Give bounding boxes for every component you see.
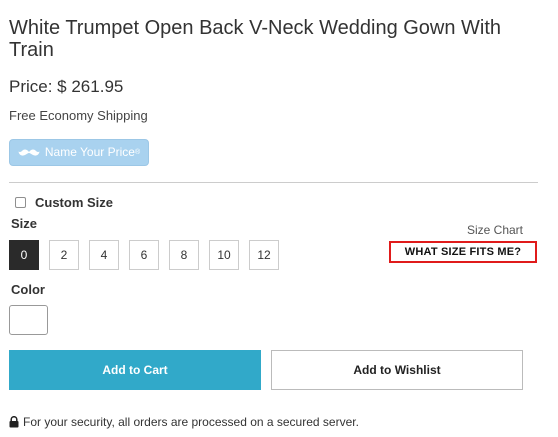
what-size-fits-me-link[interactable]: WHAT SIZE FITS ME? (389, 241, 537, 263)
color-swatch-white[interactable] (9, 305, 48, 335)
security-notice: For your security, all orders are proces… (9, 415, 359, 429)
add-to-wishlist-button[interactable]: Add to Wishlist (271, 350, 523, 390)
product-title: White Trumpet Open Back V-Neck Wedding G… (9, 17, 502, 61)
size-option-8[interactable]: 8 (169, 240, 199, 270)
custom-size-checkbox[interactable] (15, 197, 26, 208)
product-price: Price: $ 261.95 (9, 77, 124, 96)
section-divider (9, 182, 538, 183)
size-option-0[interactable]: 0 (9, 240, 39, 270)
size-heading: Size (11, 216, 38, 231)
size-option-4[interactable]: 4 (89, 240, 119, 270)
size-option-12[interactable]: 12 (249, 240, 279, 270)
color-heading: Color (11, 282, 45, 297)
lock-icon (9, 416, 19, 428)
custom-size-option[interactable]: Custom Size (15, 195, 113, 210)
trademark-symbol: ® (134, 149, 141, 156)
size-option-6[interactable]: 6 (129, 240, 159, 270)
size-option-10[interactable]: 10 (209, 240, 239, 270)
shipping-info: Free Economy Shipping (9, 108, 148, 123)
name-your-price-label: Name Your Price (44, 145, 135, 159)
custom-size-label: Custom Size (35, 195, 114, 210)
name-your-price-button[interactable]: Name Your Price ® (9, 139, 149, 166)
security-text: For your security, all orders are proces… (23, 415, 359, 429)
size-option-2[interactable]: 2 (49, 240, 79, 270)
size-chart-link[interactable]: Size Chart (467, 223, 523, 237)
mustache-icon (18, 149, 40, 156)
add-to-cart-button[interactable]: Add to Cart (9, 350, 261, 390)
